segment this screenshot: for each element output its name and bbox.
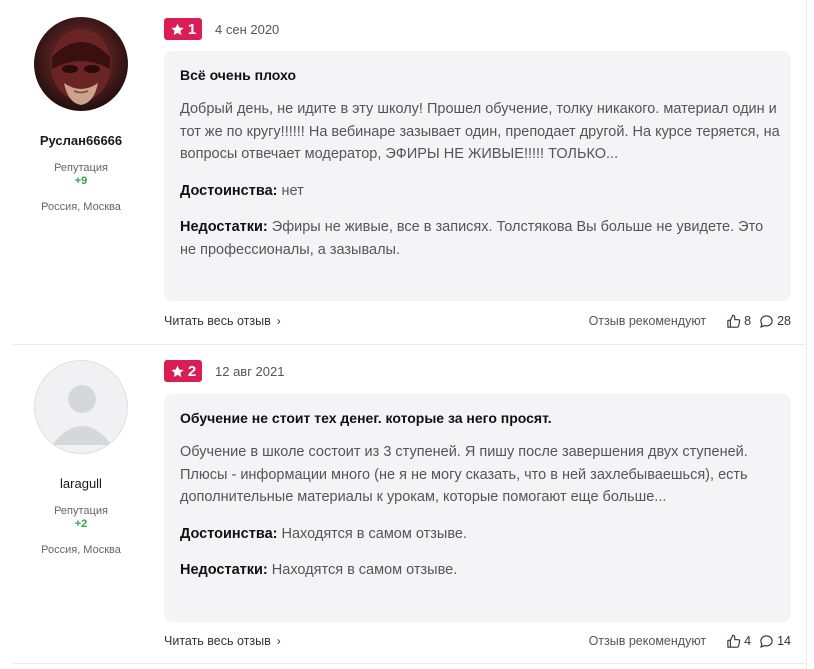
comment-count: 14 xyxy=(777,634,791,648)
review-author: laragull Репутация +2 Россия, Москва xyxy=(12,360,150,556)
read-more-link[interactable]: Читать весь отзыв › xyxy=(164,314,281,328)
reputation-label: Репутация xyxy=(54,505,108,517)
comment-count: 28 xyxy=(777,314,791,328)
rating-badge: 2 xyxy=(164,360,202,382)
review-card: Обучение не стоит тех денег. которые за … xyxy=(164,394,791,622)
comment-icon xyxy=(760,634,773,648)
pros-text: Находятся в самом отзыве. xyxy=(281,525,467,542)
thumbs-up-icon xyxy=(727,314,741,328)
review-date: 12 авг 2021 xyxy=(215,363,285,379)
review-text: Добрый день, не идите в эту школу! Проше… xyxy=(180,101,780,162)
reputation-value: +9 xyxy=(74,175,88,187)
recommend-label: Отзыв рекомендуют xyxy=(588,314,707,328)
avatar[interactable] xyxy=(34,360,128,454)
review-text: Обучение в школе состоит из 3 ступеней. … xyxy=(180,444,748,505)
username[interactable]: Руслан66666 xyxy=(12,133,150,148)
review-footer: Читать весь отзыв › Отзыв рекомендуют 4 … xyxy=(164,631,791,651)
chevron-right-icon: › xyxy=(276,634,281,648)
read-more-link[interactable]: Читать весь отзыв › xyxy=(164,634,281,648)
pros-text: нет xyxy=(281,182,304,199)
comments-button[interactable]: 28 xyxy=(759,314,791,329)
review-title[interactable]: Всё очень плохо xyxy=(180,67,775,83)
review-header: 2 12 авг 2021 xyxy=(164,360,284,382)
review-cons: Недостатки: Находятся в самом отзыве. xyxy=(180,559,780,582)
pros-label: Достоинства: xyxy=(180,182,278,199)
star-icon xyxy=(171,23,184,35)
review-pros: Достоинства: нет xyxy=(180,180,780,203)
author-location: Россия, Москва xyxy=(41,544,121,556)
review-item: Руслан66666 Репутация +9 Россия, Москва … xyxy=(0,0,814,345)
cons-text: Эфиры не живые, все в записях. Толстяков… xyxy=(180,219,764,258)
rating-badge: 1 xyxy=(164,18,202,40)
like-count: 8 xyxy=(744,314,752,328)
review-divider xyxy=(12,663,806,664)
like-button[interactable]: 8 xyxy=(726,314,751,329)
comments-button[interactable]: 14 xyxy=(759,634,791,649)
review-author: Руслан66666 Репутация +9 Россия, Москва xyxy=(12,17,150,213)
rating-value: 2 xyxy=(187,362,197,380)
review-card: Всё очень плохо Добрый день, не идите в … xyxy=(164,51,791,301)
thumbs-up-icon xyxy=(727,634,741,648)
read-more-label: Читать весь отзыв xyxy=(164,314,271,328)
rating-value: 1 xyxy=(187,20,197,38)
user-placeholder-icon xyxy=(35,361,127,453)
reputation-label: Репутация xyxy=(54,162,108,174)
reputation-value: +2 xyxy=(74,518,88,530)
comment-icon xyxy=(760,314,773,328)
review-title[interactable]: Обучение не стоит тех денег. которые за … xyxy=(180,410,775,426)
review-pros: Достоинства: Находятся в самом отзыве. xyxy=(180,523,780,546)
star-icon xyxy=(171,365,184,377)
review-cons: Недостатки: Эфиры не живые, все в запися… xyxy=(180,216,780,261)
pros-label: Достоинства: xyxy=(180,525,278,542)
author-location: Россия, Москва xyxy=(41,201,121,213)
review-footer: Читать весь отзыв › Отзыв рекомендуют 8 … xyxy=(164,311,791,331)
username[interactable]: laragull xyxy=(12,476,150,491)
review-header: 1 4 сен 2020 xyxy=(164,18,279,40)
review-date: 4 сен 2020 xyxy=(215,21,280,37)
cons-text: Находятся в самом отзыве. xyxy=(271,562,458,578)
cons-label: Недостатки: xyxy=(180,219,268,235)
avatar[interactable] xyxy=(34,17,128,111)
like-count: 4 xyxy=(744,634,752,648)
review-item: laragull Репутация +2 Россия, Москва 2 1… xyxy=(0,345,814,663)
like-button[interactable]: 4 xyxy=(726,634,751,649)
chevron-right-icon: › xyxy=(276,314,281,328)
recommend-label: Отзыв рекомендуют xyxy=(588,634,707,648)
cons-label: Недостатки: xyxy=(180,562,268,578)
read-more-label: Читать весь отзыв xyxy=(164,634,271,648)
